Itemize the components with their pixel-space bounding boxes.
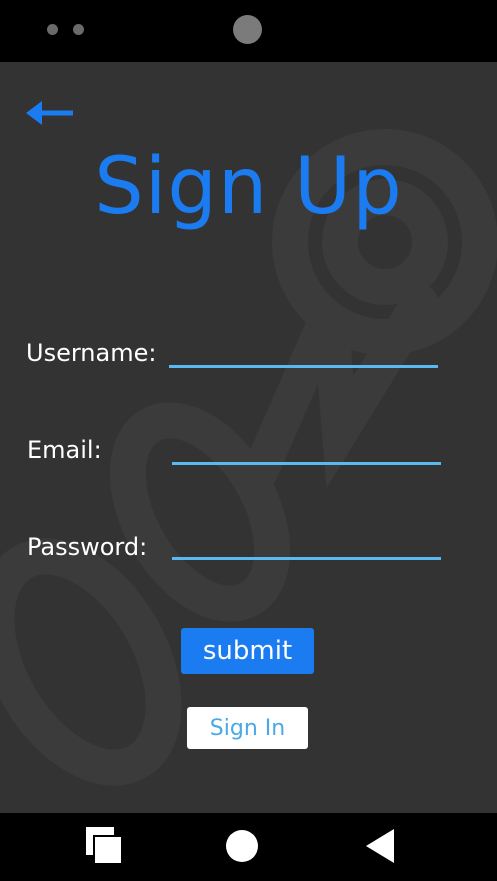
username-label: Username: <box>26 339 157 367</box>
sensor-dot-icon <box>47 24 58 35</box>
email-label: Email: <box>27 436 102 464</box>
submit-button[interactable]: submit <box>181 628 314 674</box>
home-circle-icon[interactable] <box>220 827 264 867</box>
sensor-dot-icon <box>73 24 84 35</box>
password-input[interactable] <box>172 532 441 560</box>
app-screen: Sign Up Username: Email: Password: submi… <box>0 62 497 813</box>
email-input[interactable] <box>172 437 441 465</box>
password-label: Password: <box>27 533 148 561</box>
front-camera-icon <box>233 15 262 44</box>
back-triangle-icon[interactable] <box>360 827 404 867</box>
status-bar <box>0 0 497 62</box>
recent-apps-icon[interactable] <box>82 827 126 867</box>
phone-frame: Sign Up Username: Email: Password: submi… <box>0 0 497 881</box>
username-input[interactable] <box>169 340 438 368</box>
sign-in-button[interactable]: Sign In <box>187 707 308 749</box>
arrow-left-icon[interactable] <box>26 98 76 128</box>
page-title: Sign Up <box>94 142 403 232</box>
navigation-bar <box>0 813 497 881</box>
